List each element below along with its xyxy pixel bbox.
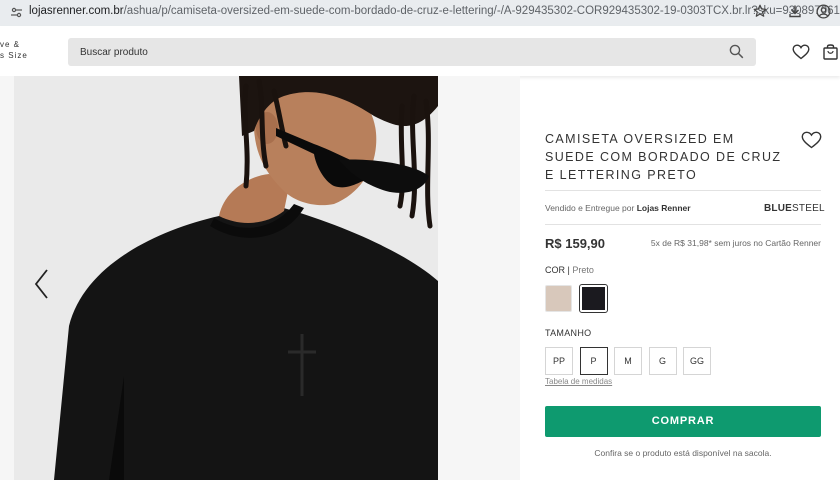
divider xyxy=(545,190,821,191)
shopping-bag-icon[interactable] xyxy=(823,43,838,60)
availability-note: Confira se o produto está disponível na … xyxy=(594,448,772,458)
installments-info: 5x de R$ 31,98* sem juros no Cartão Renn… xyxy=(650,238,821,248)
profile-icon[interactable] xyxy=(814,4,832,22)
seller-prefix: Vendido e Entregue por xyxy=(545,203,635,213)
site-info-icon[interactable] xyxy=(10,6,23,19)
color-label-text: COR xyxy=(545,265,565,275)
seller-info: Vendido e Entregue por Lojas Renner xyxy=(545,203,691,213)
seller-name: Lojas Renner xyxy=(636,203,691,213)
size-option-g[interactable]: G xyxy=(648,347,677,375)
url-path: /ashua/p/camiseta-oversized-em-suede-com… xyxy=(123,5,840,17)
wishlist-heart-icon[interactable] xyxy=(792,44,810,60)
color-swatch-beige[interactable] xyxy=(545,285,572,312)
favorite-heart-icon[interactable] xyxy=(801,131,822,149)
color-label: COR | Preto xyxy=(545,265,594,275)
search-input[interactable] xyxy=(80,43,680,61)
site-logo[interactable]: ve & s Size xyxy=(0,39,28,61)
color-selected: Preto xyxy=(572,265,594,275)
gallery-prev-arrow-icon[interactable] xyxy=(33,268,51,300)
color-swatch-black[interactable] xyxy=(579,284,608,313)
size-option-m[interactable]: M xyxy=(614,347,642,375)
brand-logo-bold: BLUE xyxy=(764,203,793,214)
product-title: CAMISETA OVERSIZED EM SUEDE COM BORDADO … xyxy=(545,132,782,182)
url-host: lojasrenner.com.br xyxy=(29,5,124,17)
brand-logo-light: STEEL xyxy=(792,203,825,214)
bookmark-star-icon[interactable] xyxy=(751,4,769,22)
size-option-pp[interactable]: PP xyxy=(545,347,573,375)
size-option-gg[interactable]: GG xyxy=(683,347,711,375)
search-icon[interactable] xyxy=(729,44,744,59)
size-option-p[interactable]: P xyxy=(579,347,608,375)
brand-logo[interactable]: BLUESTEEL xyxy=(764,203,825,214)
buy-button[interactable]: COMPRAR xyxy=(545,406,821,437)
browser-bar: lojasrenner.com.br/ashua/p/camiseta-over… xyxy=(0,0,840,26)
size-table-link[interactable]: Tabela de medidas xyxy=(545,377,612,386)
logo-line-1: ve & xyxy=(0,40,21,49)
product-price: R$ 159,90 xyxy=(545,236,605,251)
product-photo[interactable] xyxy=(14,76,438,480)
size-label: TAMANHO xyxy=(545,328,592,338)
site-header: ve & s Size xyxy=(0,26,840,76)
download-icon[interactable] xyxy=(786,4,804,22)
divider xyxy=(545,224,821,225)
search-box xyxy=(68,38,756,66)
logo-line-2: s Size xyxy=(0,51,28,60)
address-bar[interactable]: lojasrenner.com.br/ashua/p/camiseta-over… xyxy=(29,5,840,17)
